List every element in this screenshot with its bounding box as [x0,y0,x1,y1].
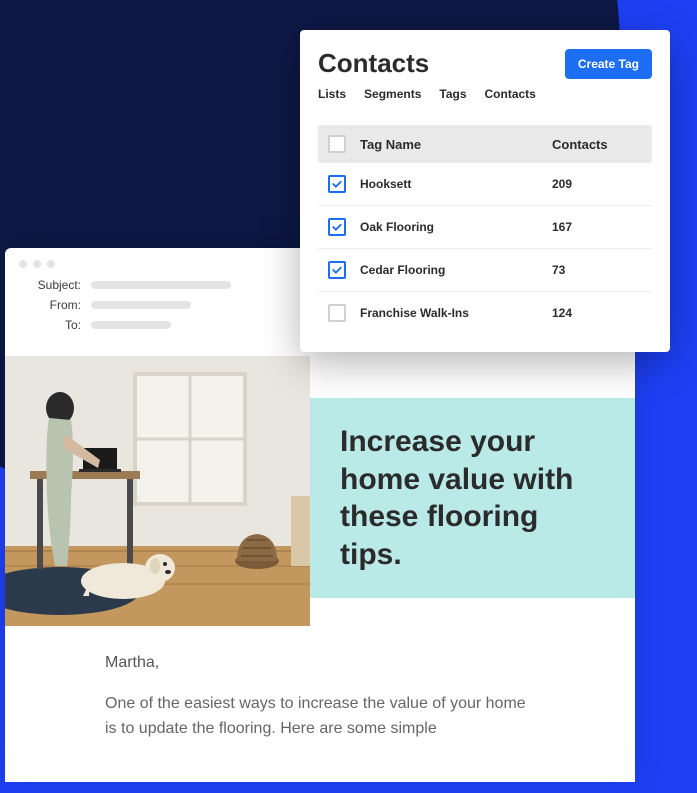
to-placeholder [91,321,171,329]
row-contacts: 209 [552,177,642,191]
to-label: To: [25,318,81,332]
table-row[interactable]: Oak Flooring167 [318,206,652,249]
hero-image [5,356,310,626]
email-hero: Increase your home value with these floo… [5,356,635,626]
select-all-checkbox[interactable] [328,135,346,153]
table-body: Hooksett209Oak Flooring167Cedar Flooring… [318,163,652,334]
from-label: From: [25,298,81,312]
table-header: Tag Name Contacts [318,125,652,163]
row-name: Hooksett [360,177,552,191]
tab-segments[interactable]: Segments [364,87,421,101]
row-checkbox[interactable] [328,218,346,236]
tab-contacts[interactable]: Contacts [485,87,536,101]
subject-placeholder [91,281,231,289]
hero-copy-block: Increase your home value with these floo… [310,398,635,598]
contacts-panel: Contacts Create Tag Lists Segments Tags … [300,30,670,352]
contacts-header: Contacts Create Tag [318,48,652,79]
row-checkbox[interactable] [328,261,346,279]
email-greeting: Martha, [105,654,535,672]
table-row[interactable]: Hooksett209 [318,163,652,206]
create-tag-button[interactable]: Create Tag [565,49,652,79]
row-name: Cedar Flooring [360,263,552,277]
subject-label: Subject: [25,278,81,292]
row-checkbox[interactable] [328,304,346,322]
window-dot [33,260,41,268]
column-header-name: Tag Name [360,137,552,152]
row-checkbox[interactable] [328,175,346,193]
window-dot [19,260,27,268]
table-row[interactable]: Cedar Flooring73 [318,249,652,292]
tab-lists[interactable]: Lists [318,87,346,101]
from-placeholder [91,301,191,309]
contacts-tabs: Lists Segments Tags Contacts [318,87,652,101]
contacts-title: Contacts [318,48,429,79]
row-name: Franchise Walk-Ins [360,306,552,320]
table-row[interactable]: Franchise Walk-Ins124 [318,292,652,334]
row-contacts: 167 [552,220,642,234]
tab-tags[interactable]: Tags [439,87,466,101]
row-contacts: 73 [552,263,642,277]
email-body-text: One of the easiest ways to increase the … [105,692,535,742]
window-dot [47,260,55,268]
email-body: Martha, One of the easiest ways to incre… [5,626,635,742]
row-name: Oak Flooring [360,220,552,234]
row-contacts: 124 [552,306,642,320]
column-header-contacts: Contacts [552,137,642,152]
hero-title: Increase your home value with these floo… [340,423,605,573]
